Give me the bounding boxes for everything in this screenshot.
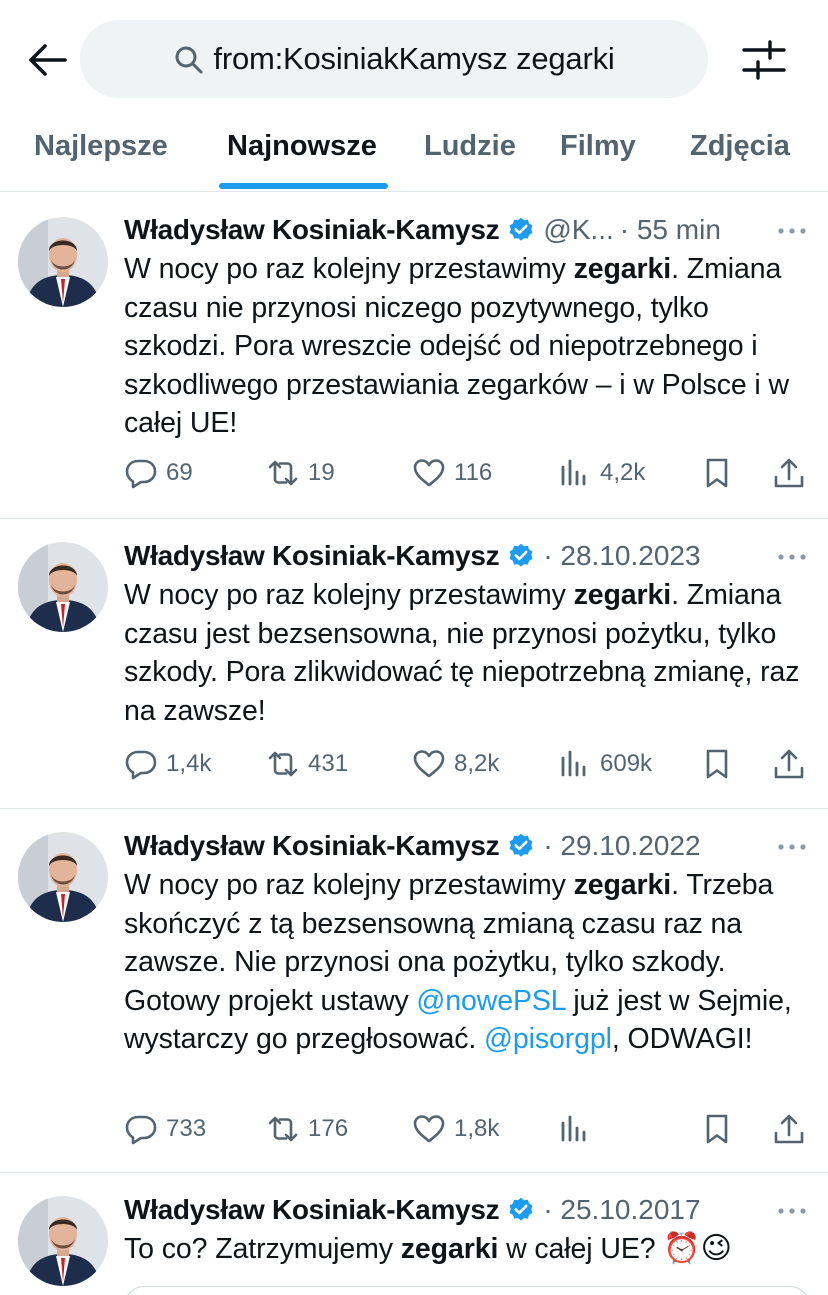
tweet-4[interactable]: Władysław Kosiniak-Kamysz · 25.10.2017 T… [0,1174,828,1295]
avatar[interactable] [18,832,108,922]
tab-zdjecia[interactable]: Zdjęcia [690,130,790,163]
search-tabs: Najlepsze Najnowsze Ludzie Filmy Zdjęcia [0,120,828,192]
retweet-button[interactable]: 19 [266,453,335,493]
tweet-time[interactable]: · 55 min [620,214,721,246]
reply-button[interactable]: 1,4k [124,744,211,784]
tab-filmy[interactable]: Filmy [560,130,636,163]
share-icon [772,747,806,781]
avatar[interactable] [18,1196,108,1286]
bookmark-button[interactable] [700,1109,734,1149]
avatar[interactable] [18,542,108,632]
bookmark-icon [700,456,734,490]
retweet-icon [266,747,300,781]
tweet-time[interactable]: · 25.10.2017 [543,1194,700,1226]
tweet-header: Władysław Kosiniak-Kamysz · 25.10.2017 [124,1190,701,1230]
tweet-2[interactable]: Władysław Kosiniak-Kamysz · 28.10.2023 W… [0,520,828,809]
views-button[interactable] [558,1109,600,1149]
views-button[interactable]: 609k [558,744,652,784]
heart-icon [412,456,446,490]
mention-link[interactable]: @nowePSL [416,985,565,1017]
reply-icon [124,1112,158,1146]
tweet-text: To co? Zatrzymujemy zegarki w całej UE? … [124,1232,732,1265]
bookmark-icon [700,747,734,781]
retweet-button[interactable]: 176 [266,1109,348,1149]
tweet-text: W nocy po raz kolejny przestawimy zegark… [124,579,800,727]
back-arrow-icon[interactable] [22,36,74,84]
like-button[interactable]: 8,2k [412,744,499,784]
tweet-time[interactable]: · 28.10.2023 [543,540,700,572]
tweet-header: Władysław Kosiniak-Kamysz @K... · 55 min [124,210,721,250]
reply-icon [124,456,158,490]
share-icon [772,456,806,490]
mention-link[interactable]: @pisorgpl [484,1023,612,1055]
heart-icon [412,1112,446,1146]
bookmark-icon [700,1112,734,1146]
like-button[interactable]: 1,8k [412,1109,499,1149]
verified-badge-icon [507,1196,535,1224]
search-icon [175,46,203,74]
tab-najlepsze[interactable]: Najlepsze [34,130,168,163]
author-name[interactable]: Władysław Kosiniak-Kamysz [124,1194,500,1226]
more-options-icon[interactable] [776,226,808,236]
author-handle[interactable]: @K... [543,214,613,246]
tweet-header: Władysław Kosiniak-Kamysz · 28.10.2023 [124,536,701,576]
verified-badge-icon [507,542,535,570]
heart-icon [412,747,446,781]
retweet-button[interactable]: 431 [266,744,348,784]
retweet-icon [266,456,300,490]
search-query-text: from:KosiniakKamysz zegarki [213,41,615,76]
tweet-actions: 733 176 1,8k [124,1109,814,1149]
share-button[interactable] [772,1109,806,1149]
author-name[interactable]: Władysław Kosiniak-Kamysz [124,540,500,572]
author-name[interactable]: Władysław Kosiniak-Kamysz [124,214,500,246]
views-chart-icon [558,747,592,781]
share-button[interactable] [772,453,806,493]
views-chart-icon [558,456,592,490]
share-button[interactable] [772,744,806,784]
verified-badge-icon [507,832,535,860]
views-chart-icon [558,1112,592,1146]
share-icon [772,1112,806,1146]
reply-button[interactable]: 733 [124,1109,206,1149]
bookmark-button[interactable] [700,453,734,493]
tweet-header: Władysław Kosiniak-Kamysz · 29.10.2022 [124,826,701,866]
alarm-clock-emoji: ⏰ [663,1232,701,1265]
avatar[interactable] [18,217,108,307]
more-options-icon[interactable] [776,552,808,562]
verified-badge-icon [507,216,535,244]
filter-sliders-icon[interactable] [740,38,788,82]
more-options-icon[interactable] [776,1206,808,1216]
tweet-time[interactable]: · 29.10.2022 [543,830,700,862]
tweet-actions: 1,4k 431 8,2k 609k [124,744,814,784]
reply-icon [124,747,158,781]
embedded-card[interactable] [124,1286,810,1295]
more-options-icon[interactable] [776,842,808,852]
winking-face-emoji: 😉 [700,1232,732,1265]
like-button[interactable]: 116 [412,453,492,493]
reply-button[interactable]: 69 [124,453,193,493]
tab-ludzie[interactable]: Ludzie [424,130,516,163]
tweet-text: W nocy po raz kolejny przestawimy zegark… [124,253,789,439]
tweet-text: W nocy po raz kolejny przestawimy zegark… [124,869,792,1055]
tweet-actions: 69 19 116 4,2k [124,453,814,493]
search-input[interactable]: from:KosiniakKamysz zegarki [80,20,708,98]
active-tab-indicator [219,183,388,189]
retweet-icon [266,1112,300,1146]
tweet-3[interactable]: Władysław Kosiniak-Kamysz · 29.10.2022 W… [0,810,828,1173]
views-button[interactable]: 4,2k [558,453,645,493]
author-name[interactable]: Władysław Kosiniak-Kamysz [124,830,500,862]
top-bar: from:KosiniakKamysz zegarki [0,0,828,120]
bookmark-button[interactable] [700,744,734,784]
tweet-1[interactable]: Władysław Kosiniak-Kamysz @K... · 55 min… [0,193,828,519]
tab-najnowsze[interactable]: Najnowsze [227,130,377,163]
